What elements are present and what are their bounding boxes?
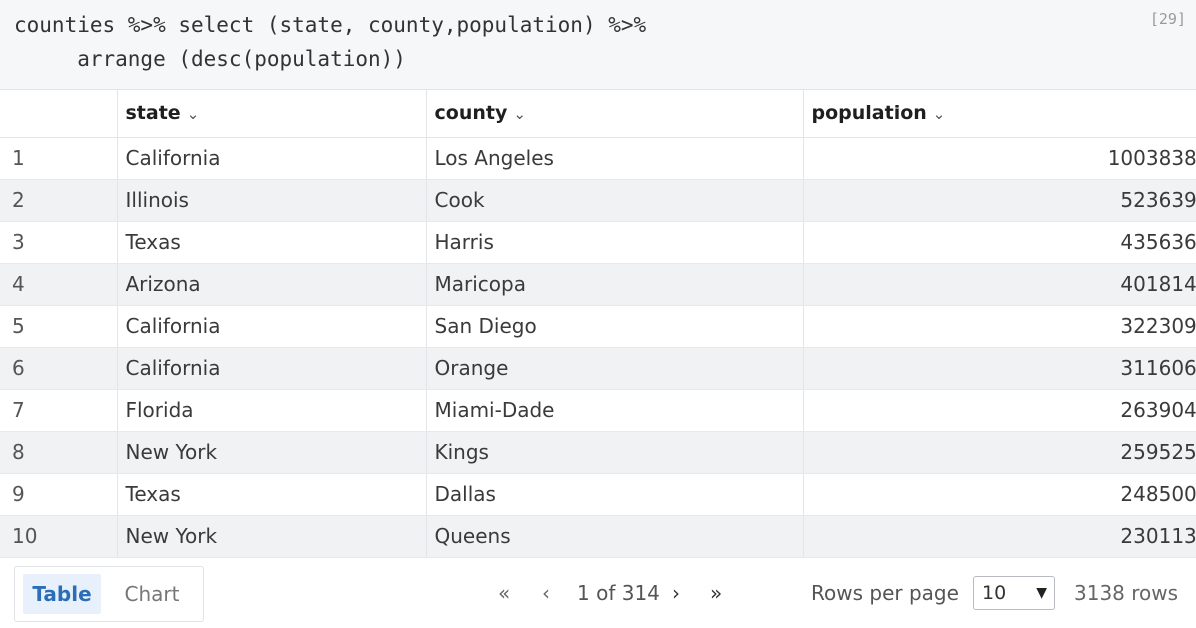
cell-population: 10038388: [803, 137, 1196, 180]
previous-page-icon[interactable]: ‹: [542, 558, 550, 628]
cell-county: Maricopa: [426, 263, 804, 306]
cell-population: 3223096: [803, 305, 1196, 348]
row-index: 3: [0, 221, 118, 264]
column-header-population[interactable]: population ⌄: [803, 90, 1196, 138]
cell-county: San Diego: [426, 305, 804, 348]
table-row: 1 California Los Angeles 10038388: [0, 137, 1196, 180]
code-cell[interactable]: counties %>% select (state, county,popul…: [0, 0, 1196, 90]
table-row: 10 New York Queens 2301139: [0, 515, 1196, 558]
table-footer: Table Chart « ‹ 1 of 314 › » Rows per pa…: [0, 558, 1196, 628]
cell-state: New York: [117, 431, 427, 474]
last-page-icon[interactable]: »: [710, 558, 722, 628]
table-row: 8 New York Kings 2595259: [0, 431, 1196, 474]
cell-county: Los Angeles: [426, 137, 804, 180]
page-indicator: 1 of 314: [577, 581, 660, 605]
index-header: [0, 90, 118, 138]
cell-state: New York: [117, 515, 427, 558]
chevron-down-icon[interactable]: ⌄: [187, 105, 200, 123]
row-index: 7: [0, 389, 118, 432]
table-header-row: state ⌄ county ⌄ population ⌄: [0, 90, 1196, 138]
row-index: 1: [0, 137, 118, 180]
code-line-2: arrange (desc(population)): [14, 47, 406, 71]
data-table: state ⌄ county ⌄ population ⌄ 1 California …: [0, 90, 1196, 558]
rows-per-page-select[interactable]: 10 ▼: [973, 576, 1055, 610]
cell-state: Arizona: [117, 263, 427, 306]
table-row: 4 Arizona Maricopa 4018143: [0, 263, 1196, 306]
first-page-icon[interactable]: «: [498, 558, 510, 628]
cell-state: California: [117, 137, 427, 180]
column-header-county[interactable]: county ⌄: [426, 90, 804, 138]
chevron-down-icon[interactable]: ⌄: [933, 105, 946, 123]
table-row: 5 California San Diego 3223096: [0, 305, 1196, 348]
row-index: 10: [0, 515, 118, 558]
cell-county: Orange: [426, 347, 804, 390]
cell-state: Texas: [117, 473, 427, 516]
tab-chart[interactable]: Chart: [111, 574, 193, 614]
cell-population: 4356362: [803, 221, 1196, 264]
cell-state: California: [117, 347, 427, 390]
chevron-down-icon: ▼: [1036, 585, 1047, 601]
cell-population: 4018143: [803, 263, 1196, 306]
next-page-icon[interactable]: ›: [672, 558, 680, 628]
cell-state: Illinois: [117, 179, 427, 222]
cell-state: Texas: [117, 221, 427, 264]
cell-county: Miami-Dade: [426, 389, 804, 432]
row-index: 5: [0, 305, 118, 348]
row-index: 6: [0, 347, 118, 390]
cell-county: Cook: [426, 179, 804, 222]
table-row: 9 Texas Dallas 2485003: [0, 473, 1196, 516]
row-index: 4: [0, 263, 118, 306]
cell-county: Dallas: [426, 473, 804, 516]
column-header-state[interactable]: state ⌄: [117, 90, 427, 138]
cell-state: California: [117, 305, 427, 348]
code-line-1: counties %>% select (state, county,popul…: [14, 13, 647, 37]
table-row: 3 Texas Harris 4356362: [0, 221, 1196, 264]
tab-table[interactable]: Table: [23, 574, 101, 614]
table-row: 2 Illinois Cook 5236393: [0, 179, 1196, 222]
cell-population: 2301139: [803, 515, 1196, 558]
column-header-label: state: [125, 102, 181, 125]
cell-county: Queens: [426, 515, 804, 558]
chevron-down-icon[interactable]: ⌄: [513, 105, 526, 123]
cell-population: 2639042: [803, 389, 1196, 432]
cell-county: Kings: [426, 431, 804, 474]
rows-per-page-label: Rows per page: [811, 581, 959, 605]
view-toggle: Table Chart: [14, 566, 204, 622]
column-header-label: county: [434, 102, 508, 125]
cell-population: 2595259: [803, 431, 1196, 474]
row-index: 2: [0, 179, 118, 222]
table-row: 6 California Orange 3116069: [0, 347, 1196, 390]
table-row: 7 Florida Miami-Dade 2639042: [0, 389, 1196, 432]
cell-population: 5236393: [803, 179, 1196, 222]
cell-population: 2485003: [803, 473, 1196, 516]
row-index: 9: [0, 473, 118, 516]
cell-county: Harris: [426, 221, 804, 264]
cell-population: 3116069: [803, 347, 1196, 390]
rows-per-page-value: 10: [982, 582, 1007, 604]
execution-count: [29]: [1149, 10, 1186, 28]
column-header-label: population: [811, 102, 927, 125]
rows-count: 3138 rows: [1074, 581, 1179, 605]
cell-state: Florida: [117, 389, 427, 432]
row-index: 8: [0, 431, 118, 474]
